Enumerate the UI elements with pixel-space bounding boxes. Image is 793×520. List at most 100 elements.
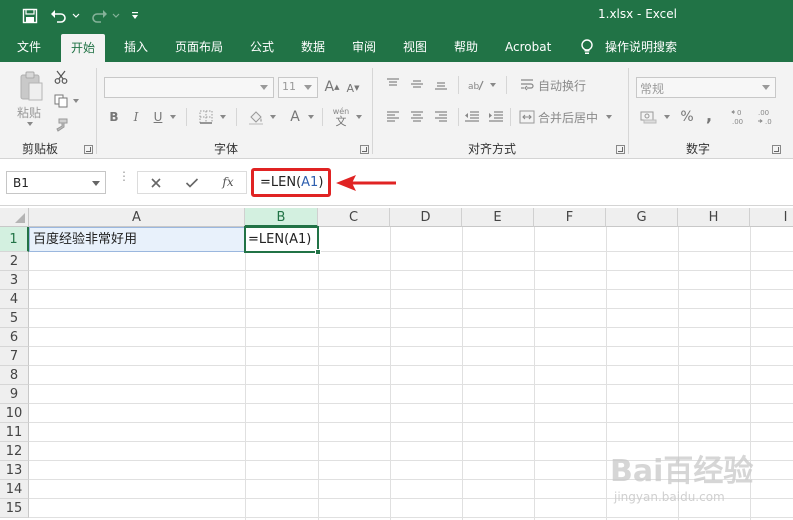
row-header-7[interactable]: 7 bbox=[0, 347, 29, 366]
cut-icon[interactable] bbox=[52, 68, 70, 86]
row-header-14[interactable]: 14 bbox=[0, 480, 29, 499]
column-header-i[interactable]: I bbox=[750, 208, 793, 227]
tell-me-search[interactable]: 操作说明搜索 bbox=[605, 32, 677, 62]
number-launcher-icon[interactable] bbox=[772, 145, 781, 154]
decrease-indent-icon[interactable] bbox=[462, 108, 482, 126]
row-header-1[interactable]: 1 bbox=[0, 227, 29, 252]
column-header-e[interactable]: E bbox=[462, 208, 534, 227]
shrink-font-button[interactable]: A ▼ bbox=[344, 79, 362, 97]
number-format-select[interactable]: 常规 bbox=[636, 77, 776, 98]
tab-review[interactable]: 审阅 bbox=[348, 32, 380, 62]
tab-help[interactable]: 帮助 bbox=[450, 32, 482, 62]
row-header-2[interactable]: 2 bbox=[0, 252, 29, 271]
row-header-4[interactable]: 4 bbox=[0, 290, 29, 309]
accounting-dropdown-icon[interactable] bbox=[662, 113, 672, 121]
name-box[interactable]: B1 bbox=[6, 171, 106, 194]
comma-style-button[interactable]: , bbox=[702, 106, 716, 125]
clipboard-launcher-icon[interactable] bbox=[84, 145, 93, 154]
paste-button[interactable]: 粘贴 bbox=[14, 104, 44, 120]
formula-input[interactable]: =LEN(A1) bbox=[251, 168, 331, 197]
tab-insert[interactable]: 插入 bbox=[120, 32, 152, 62]
redo-dropdown-icon[interactable] bbox=[111, 6, 121, 26]
phonetic-dropdown-icon[interactable] bbox=[354, 113, 364, 121]
borders-icon[interactable] bbox=[196, 108, 216, 126]
row-header-8[interactable]: 8 bbox=[0, 366, 29, 385]
decrease-decimal-icon[interactable]: .00.0 bbox=[756, 106, 778, 128]
row-header-10[interactable]: 10 bbox=[0, 404, 29, 423]
redo-icon[interactable] bbox=[88, 6, 110, 26]
increase-decimal-icon[interactable]: 0.00 bbox=[730, 106, 752, 128]
align-middle-icon[interactable] bbox=[408, 76, 426, 92]
tab-view[interactable]: 视图 bbox=[399, 32, 431, 62]
tab-home[interactable]: 开始 bbox=[61, 34, 106, 62]
tab-data[interactable]: 数据 bbox=[297, 32, 329, 62]
font-size-select[interactable]: 11 bbox=[278, 77, 318, 98]
wrap-text-button[interactable]: 自动换行 bbox=[538, 76, 608, 94]
row-header-5[interactable]: 5 bbox=[0, 309, 29, 328]
font-launcher-icon[interactable] bbox=[360, 145, 369, 154]
undo-dropdown-icon[interactable] bbox=[71, 6, 81, 26]
row-header-6[interactable]: 6 bbox=[0, 328, 29, 347]
row-header-12[interactable]: 12 bbox=[0, 442, 29, 461]
column-header-a[interactable]: A bbox=[29, 208, 245, 227]
cell-a1[interactable]: 百度经验非常好用 bbox=[29, 227, 246, 252]
name-box-dropdown-icon[interactable] bbox=[92, 181, 100, 186]
phonetic-guide-button[interactable]: wén 文 bbox=[330, 104, 352, 130]
merge-dropdown-icon[interactable] bbox=[604, 113, 614, 121]
row-header-13[interactable]: 13 bbox=[0, 461, 29, 480]
column-header-d[interactable]: D bbox=[390, 208, 462, 227]
wrap-text-icon[interactable] bbox=[518, 76, 536, 94]
paste-icon[interactable] bbox=[14, 68, 48, 106]
row-header-3[interactable]: 3 bbox=[0, 271, 29, 290]
orientation-icon[interactable]: ab bbox=[466, 76, 486, 94]
align-bottom-icon[interactable] bbox=[432, 76, 450, 92]
row-header-9[interactable]: 9 bbox=[0, 385, 29, 404]
fill-color-dropdown-icon[interactable] bbox=[268, 113, 278, 121]
checkmark-icon[interactable] bbox=[182, 174, 202, 192]
accounting-format-icon[interactable] bbox=[638, 108, 660, 126]
column-header-f[interactable]: F bbox=[534, 208, 606, 227]
font-name-select[interactable] bbox=[104, 77, 274, 98]
merge-center-icon[interactable] bbox=[518, 108, 536, 126]
tab-page-layout[interactable]: 页面布局 bbox=[171, 32, 227, 62]
column-header-b[interactable]: B bbox=[245, 208, 318, 227]
underline-dropdown-icon[interactable] bbox=[168, 113, 178, 121]
row-header-11[interactable]: 11 bbox=[0, 423, 29, 442]
tab-file[interactable]: 文件 bbox=[13, 32, 45, 62]
select-all-corner[interactable] bbox=[0, 208, 29, 227]
underline-button[interactable]: U bbox=[150, 108, 166, 126]
align-right-icon[interactable] bbox=[432, 108, 450, 126]
formula-bar-grip-icon[interactable]: ⋮ bbox=[118, 170, 130, 182]
bold-button[interactable]: B bbox=[106, 108, 122, 126]
increase-indent-icon[interactable] bbox=[486, 108, 506, 126]
tab-acrobat[interactable]: Acrobat bbox=[501, 32, 555, 62]
customize-qat-icon[interactable] bbox=[128, 6, 142, 26]
orientation-dropdown-icon[interactable] bbox=[488, 81, 498, 89]
fill-handle[interactable] bbox=[315, 249, 321, 255]
insert-function-button[interactable]: fx bbox=[218, 173, 238, 191]
merge-center-button[interactable]: 合并后居中 bbox=[538, 108, 604, 126]
save-icon[interactable] bbox=[20, 6, 40, 26]
font-color-dropdown-icon[interactable] bbox=[306, 113, 316, 121]
grow-font-button[interactable]: A ▲ bbox=[323, 78, 341, 96]
font-color-button[interactable]: A bbox=[286, 107, 304, 127]
copy-dropdown-icon[interactable] bbox=[72, 97, 80, 105]
tab-formulas[interactable]: 公式 bbox=[246, 32, 278, 62]
align-top-icon[interactable] bbox=[384, 76, 402, 92]
percent-style-button[interactable]: % bbox=[678, 108, 696, 126]
alignment-launcher-icon[interactable] bbox=[616, 145, 625, 154]
column-header-h[interactable]: H bbox=[678, 208, 750, 227]
lightbulb-icon[interactable] bbox=[578, 38, 596, 56]
undo-icon[interactable] bbox=[48, 6, 70, 26]
cell-b1[interactable]: =LEN(A1) bbox=[244, 226, 321, 255]
row-header-15[interactable]: 15 bbox=[0, 499, 29, 518]
format-painter-icon[interactable] bbox=[52, 116, 70, 134]
align-center-icon[interactable] bbox=[408, 108, 426, 126]
copy-icon[interactable] bbox=[52, 92, 70, 110]
column-header-c[interactable]: C bbox=[318, 208, 390, 227]
fill-color-icon[interactable] bbox=[246, 107, 266, 127]
column-header-g[interactable]: G bbox=[606, 208, 678, 227]
cancel-icon[interactable] bbox=[146, 174, 166, 192]
italic-button[interactable]: I bbox=[128, 108, 144, 126]
paste-dropdown-icon[interactable] bbox=[26, 120, 34, 128]
